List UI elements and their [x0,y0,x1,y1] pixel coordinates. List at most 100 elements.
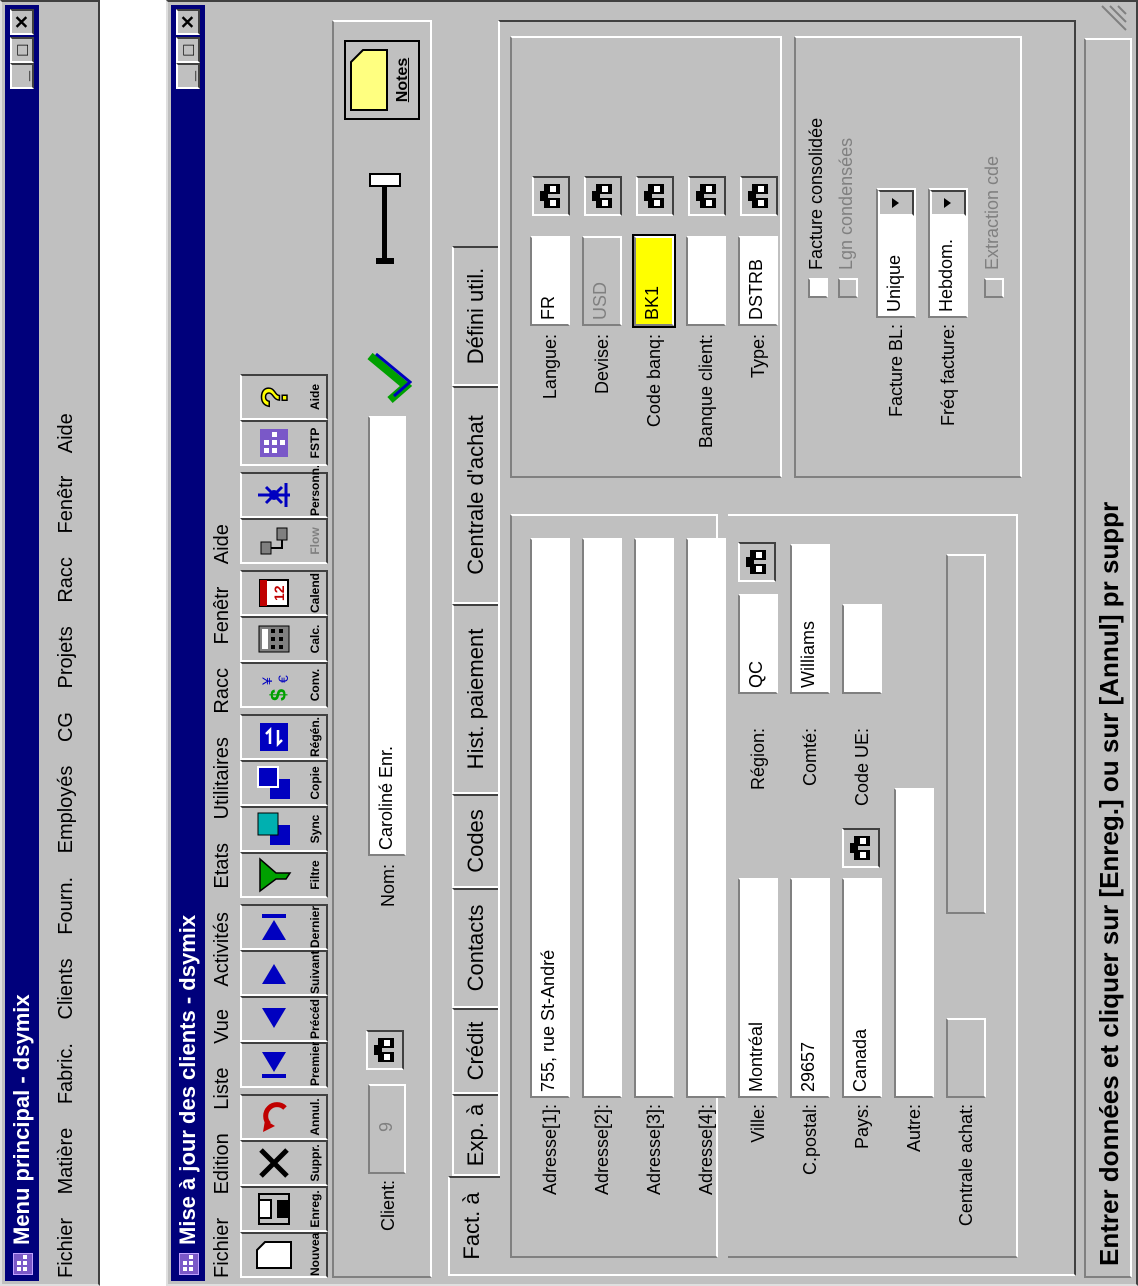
notes-button[interactable]: Notes [344,40,420,120]
facture-consolidee-label: Facture consolidée [806,117,826,270]
menu-utilitaires[interactable]: Utilitaires [211,737,233,819]
filtre-button[interactable]: Filtre [240,852,328,898]
menu-racc[interactable]: Racc [211,668,233,714]
tab-codes[interactable]: Codes [452,794,498,888]
close-button[interactable]: ✕ [10,9,34,35]
client-lookup-button[interactable] [366,1030,404,1070]
banque-client-field[interactable] [686,236,726,326]
status-bar: Entrer données et cliquer sur [Enreg.] o… [1084,38,1132,1278]
client-number-field[interactable]: 9 [368,1084,406,1174]
devise-lookup-button[interactable] [584,176,622,216]
aide-button[interactable]: ? Aide [240,374,328,420]
freq-facture-select[interactable]: Hebdom. [928,188,968,318]
tab-centrale-achat[interactable]: Centrale d'achat [452,386,498,604]
menu-activites[interactable]: Activités [211,912,233,986]
facture-bl-label: Facture BL: [886,324,906,418]
calc-button[interactable]: Calc. [240,616,328,662]
undo-arrow-icon [246,1096,302,1138]
tab-exp-a[interactable]: Exp. à [452,1094,498,1176]
extraction-cde-checkbox[interactable] [984,278,1004,298]
banque-lookup-button[interactable] [688,176,726,216]
menu-liste[interactable]: Liste [211,1067,233,1109]
tab-contacts[interactable]: Contacts [452,888,498,1008]
checkmark-icon [364,352,417,404]
adresse4-field[interactable] [686,538,726,1098]
maximize-button[interactable]: □ [10,37,34,63]
devise-field[interactable]: USD [582,236,622,326]
suivant-button[interactable]: Suivant [240,950,328,996]
codebanq-label: Code banq: [644,334,664,428]
facture-bl-select[interactable]: Unique [876,188,916,318]
copie-button[interactable]: Copie [240,760,328,806]
freq-facture-value: Hebdom. [936,238,956,312]
nom-field[interactable]: Caroliné Enr. [368,416,406,856]
menu-etats[interactable]: Etats [211,843,233,889]
first-record-icon [246,1044,302,1086]
lgn-condensees-checkbox[interactable] [838,278,858,298]
menu-clients[interactable]: Clients [55,958,77,1019]
flow-button[interactable]: Flow [240,518,328,564]
calendar-icon: 12 [246,572,302,614]
premier-button[interactable]: Premier [240,1041,328,1088]
type-field[interactable]: DSTRB [738,236,778,326]
langue-field[interactable]: FR [530,236,570,326]
maximize-button[interactable]: □ [176,37,200,63]
app-icon [13,1253,33,1275]
codebanq-field[interactable]: BK1 [633,231,675,331]
menu-fourn[interactable]: Fourn. [55,877,77,935]
menu-employes[interactable]: Employés [55,766,77,854]
client-title-bar[interactable]: Mise à jour des clients - dsymix _ □ ✕ [171,5,205,1281]
personn-button[interactable]: Personn. [240,465,328,518]
adresse1-field[interactable]: 755, rue St-André [530,538,570,1098]
tab-credit[interactable]: Crédit [452,1008,498,1094]
sync-button[interactable]: Sync [240,806,328,852]
conv-button[interactable]: $ ¥ € Conv. [240,662,328,708]
menu-fenetr[interactable]: Fenêtr [211,587,233,645]
enreg-button[interactable]: Enreg. [240,1186,328,1232]
facture-consolidee-checkbox[interactable] [808,278,828,298]
chevron-down-icon[interactable] [878,190,914,216]
adresse3-field[interactable] [634,538,674,1098]
menu-fabric[interactable]: Fabric. [55,1043,77,1104]
menu-aide[interactable]: Aide [211,524,233,564]
tab-fact-a[interactable]: Fact. à [448,1176,500,1276]
main-window-title: Menu principal - dsymix [9,994,34,1245]
nouveau-button[interactable]: Nouveau [240,1225,328,1278]
help-question-icon: ? [246,376,302,418]
personalize-tools-icon [246,474,302,516]
main-title-bar[interactable]: Menu principal - dsymix _ □ ✕ [5,5,39,1281]
filter-funnel-icon [246,854,302,896]
menu-fichier[interactable]: Fichier [55,1218,77,1278]
notes-page-icon [348,42,390,118]
dernier-button[interactable]: Dernier [240,904,328,950]
tab-defini-util[interactable]: Défini util. [452,246,498,386]
langue-lookup-button[interactable] [532,176,570,216]
menu-racc[interactable]: Racc [55,557,77,603]
menu-cg[interactable]: CG [55,712,77,742]
codebanq-lookup-button[interactable] [636,176,674,216]
type-lookup-button[interactable] [740,176,778,216]
menu-fenetr[interactable]: Fenêtr [55,476,77,534]
annul-button[interactable]: Annul. [240,1094,328,1140]
nom-label: Nom: [378,864,398,908]
minimize-button[interactable]: _ [176,63,200,89]
resize-grip-icon[interactable] [1098,4,1133,34]
suppr-button[interactable]: Suppr. [240,1140,328,1186]
tab-hist-paiement[interactable]: Hist. paiement [452,604,498,794]
minimize-button[interactable]: _ [10,63,34,89]
regen-button[interactable]: Régén. [240,714,328,760]
close-button[interactable]: ✕ [176,9,200,35]
preced-button[interactable]: Précéd [240,996,328,1042]
adresse2-field[interactable] [582,538,622,1098]
menu-fichier[interactable]: Fichier [211,1218,233,1278]
menu-matiere[interactable]: Matière [55,1128,77,1195]
menu-vue[interactable]: Vue [211,1009,233,1044]
menu-aide[interactable]: Aide [55,413,77,453]
fstp-button[interactable]: FSTP [240,420,328,466]
chevron-down-icon[interactable] [930,190,966,216]
menu-edition[interactable]: Edition [211,1133,233,1194]
menu-projets[interactable]: Projets [55,626,77,688]
calend-button[interactable]: 12 Calend [240,570,328,616]
calculator-icon [246,618,302,660]
regenerate-icon [246,716,302,758]
